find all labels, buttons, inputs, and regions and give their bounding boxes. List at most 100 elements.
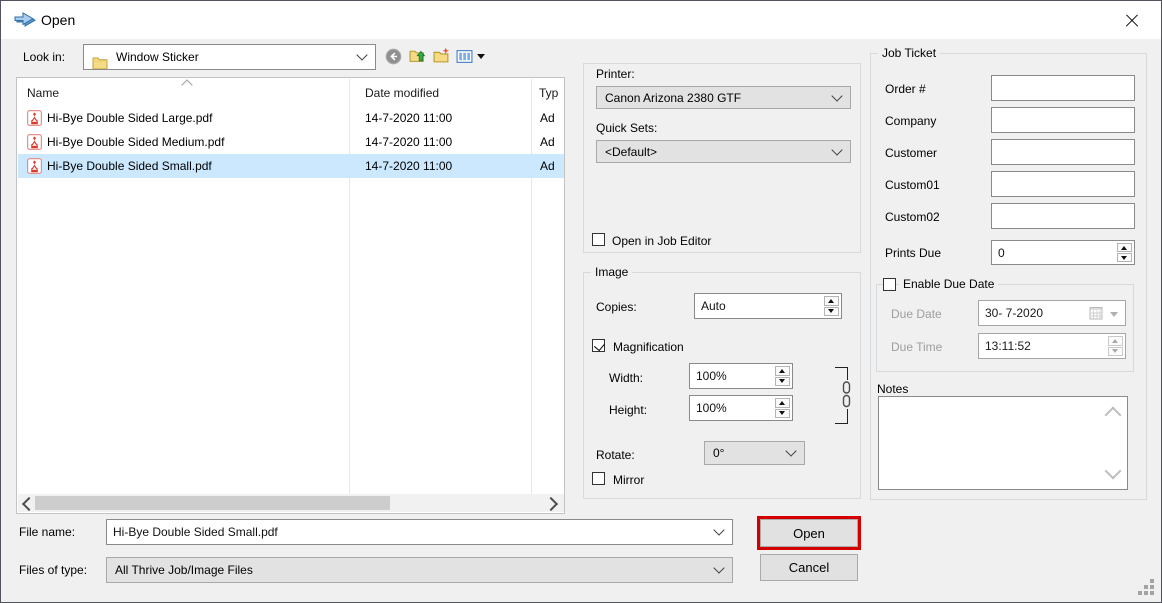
step-up-icon[interactable] [824,296,839,306]
file-date: 14-7-2020 11:00 [365,111,525,125]
custom02-input[interactable] [992,204,1134,228]
notes-label: Notes [877,382,908,396]
rotate-label: Rotate: [596,448,635,462]
height-label: Height: [609,403,647,417]
custom02-label: Custom02 [885,210,940,224]
mirror-label: Mirror [613,473,644,487]
file-row-selected[interactable]: Hi-Bye Double Sided Small.pdf 14-7-2020 … [18,154,564,178]
rotate-combo[interactable]: 0° [704,441,805,465]
step-down-icon[interactable] [775,377,790,387]
step-up-icon [1108,336,1123,346]
pdf-file-icon [27,158,42,174]
open-in-job-editor-label: Open in Job Editor [612,234,711,248]
go-back-icon[interactable] [385,48,402,65]
file-type: Ad [540,159,564,173]
notes-field[interactable] [878,396,1128,490]
prints-due-label: Prints Due [885,246,941,260]
company-field[interactable] [991,107,1135,133]
printer-combo[interactable]: Canon Arizona 2380 GTF [596,86,851,109]
column-header-type[interactable]: Typ [539,86,558,100]
prints-due-input[interactable] [992,241,1134,264]
magnification-checkbox[interactable] [592,339,605,352]
calendar-dropdown-icon [1110,312,1118,317]
due-date-field [978,300,1126,326]
company-input[interactable] [992,108,1134,132]
scrollbar-thumb[interactable] [35,496,390,510]
create-new-folder-icon[interactable] [433,47,450,64]
file-row[interactable]: Hi-Bye Double Sided Medium.pdf 14-7-2020… [18,130,564,154]
enable-due-date-label: Enable Due Date [899,277,998,291]
open-button[interactable]: Open [760,519,858,547]
due-time-input [979,334,1125,358]
printer-value: Canon Arizona 2380 GTF [605,91,741,105]
quick-sets-combo[interactable]: <Default> [596,140,851,163]
height-field[interactable] [689,395,793,421]
pdf-file-icon [27,134,42,150]
mirror-checkbox[interactable] [592,472,605,485]
horizontal-scrollbar[interactable] [18,494,564,512]
order-number-input[interactable] [992,76,1134,100]
prints-due-stepper[interactable] [1117,243,1132,262]
order-number-field[interactable] [991,75,1135,101]
custom02-field[interactable] [991,203,1135,229]
step-up-icon[interactable] [1117,243,1132,252]
folder-icon [92,56,108,70]
due-time-label: Due Time [891,340,942,354]
scroll-right-icon[interactable] [544,497,558,511]
open-in-job-editor-checkbox[interactable] [592,233,605,246]
file-date: 14-7-2020 11:00 [365,135,525,149]
prints-due-field[interactable] [991,240,1135,265]
copies-field[interactable] [694,293,842,319]
column-header-date-modified[interactable]: Date modified [365,86,439,100]
step-down-icon[interactable] [775,409,790,419]
notes-textarea[interactable] [879,397,1131,493]
height-stepper[interactable] [775,398,790,418]
magnification-label: Magnification [613,340,684,354]
due-time-stepper [1108,336,1123,356]
up-one-level-icon[interactable] [409,47,426,64]
file-name-combo[interactable] [106,519,733,545]
file-name-input[interactable] [107,520,732,544]
width-label: Width: [609,371,643,385]
file-name: Hi-Bye Double Sided Small.pdf [47,159,347,173]
scroll-left-icon[interactable] [22,497,36,511]
open-button-highlight: Open [757,516,861,550]
chevron-down-icon [785,445,796,456]
order-number-label: Order # [885,82,926,96]
width-stepper[interactable] [775,366,790,386]
file-name-label: File name: [19,525,75,539]
close-icon[interactable] [1119,10,1145,32]
quick-sets-value: <Default> [605,145,657,159]
link-width-height-icon[interactable] [840,380,853,409]
step-down-icon[interactable] [824,307,839,317]
chevron-down-icon [713,562,724,573]
step-up-icon[interactable] [775,366,790,376]
due-date-label: Due Date [891,307,942,321]
cancel-button[interactable]: Cancel [760,554,858,581]
step-up-icon[interactable] [775,398,790,408]
customer-field[interactable] [991,139,1135,165]
image-group-label: Image [591,265,632,279]
custom01-field[interactable] [991,171,1135,197]
enable-due-date-checkbox[interactable] [883,278,896,291]
resize-grip-icon[interactable] [1137,578,1155,596]
step-down-icon [1108,347,1123,357]
quick-sets-label: Quick Sets: [596,121,657,135]
view-menu-icon[interactable] [456,48,473,65]
width-field[interactable] [689,363,793,389]
chevron-down-icon [356,49,367,60]
look-in-combo[interactable]: Window Sticker [83,44,376,70]
open-dialog: Open Look in: Window Sticker [0,0,1162,603]
file-type: Ad [540,135,564,149]
files-of-type-combo[interactable]: All Thrive Job/Image Files [106,557,733,583]
step-down-icon[interactable] [1117,253,1132,262]
due-time-field [978,333,1126,359]
copies-stepper[interactable] [824,296,839,316]
view-menu-dropdown-icon[interactable] [477,54,485,59]
title-bar: Open [1,1,1161,39]
column-header-name[interactable]: Name [27,86,59,100]
custom01-input[interactable] [992,172,1134,196]
customer-input[interactable] [992,140,1134,164]
copies-input[interactable] [695,294,841,318]
file-row[interactable]: Hi-Bye Double Sided Large.pdf 14-7-2020 … [18,106,564,130]
